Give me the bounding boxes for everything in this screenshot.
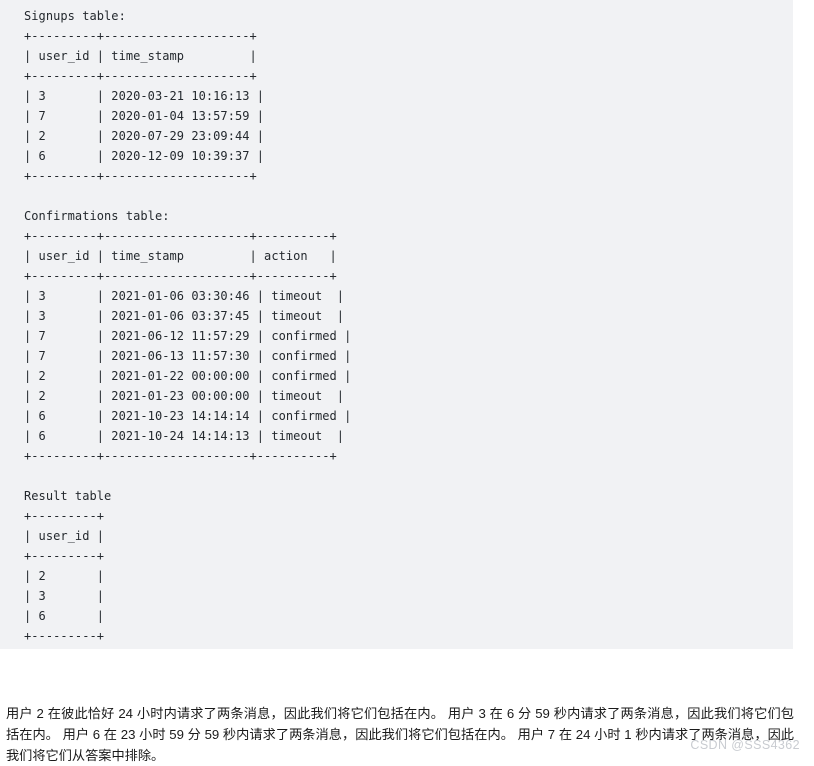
code-line: | 7 | 2021-06-12 11:57:29 | confirmed | xyxy=(24,329,352,343)
code-line: | user_id | time_stamp | action | xyxy=(24,249,337,263)
code-line: +---------+--------------------+--------… xyxy=(24,269,337,283)
code-block: Signups table: +---------+---------------… xyxy=(0,0,793,649)
code-line: | 3 | 2021-01-06 03:37:45 | timeout | xyxy=(24,309,345,323)
code-line: | 6 | xyxy=(24,609,105,623)
code-line: Result table xyxy=(24,489,112,503)
code-line: | 3 | 2021-01-06 03:30:46 | timeout | xyxy=(24,289,345,303)
code-line: | 2 | 2020-07-29 23:09:44 | xyxy=(24,129,265,143)
code-line: +---------+ xyxy=(24,549,105,563)
code-line: | 2 | xyxy=(24,569,105,583)
code-line: +---------+--------------------+ xyxy=(24,169,257,183)
code-line: | 3 | xyxy=(24,589,105,603)
code-line: +---------+ xyxy=(24,629,105,643)
code-line: | 3 | 2020-03-21 10:16:13 | xyxy=(24,89,265,103)
code-line: | 6 | 2020-12-09 10:39:37 | xyxy=(24,149,265,163)
code-block-content: Signups table: +---------+---------------… xyxy=(0,0,793,646)
code-line: | 2 | 2021-01-23 00:00:00 | timeout | xyxy=(24,389,345,403)
code-line: +---------+--------------------+ xyxy=(24,29,257,43)
code-line: +---------+--------------------+ xyxy=(24,69,257,83)
code-line: Signups table: xyxy=(24,9,126,23)
code-line: | 6 | 2021-10-24 14:14:13 | timeout | xyxy=(24,429,345,443)
code-line: | user_id | xyxy=(24,529,105,543)
code-line: | user_id | time_stamp | xyxy=(24,49,257,63)
code-line: +---------+--------------------+--------… xyxy=(24,449,337,463)
code-line: | 6 | 2021-10-23 14:14:14 | confirmed | xyxy=(24,409,352,423)
code-line: | 2 | 2021-01-22 00:00:00 | confirmed | xyxy=(24,369,352,383)
code-line: +---------+--------------------+--------… xyxy=(24,229,337,243)
code-line: | 7 | 2020-01-04 13:57:59 | xyxy=(24,109,265,123)
code-line: Confirmations table: xyxy=(24,209,170,223)
csdn-watermark: CSDN @SSS4362 xyxy=(690,738,800,752)
explanation-paragraph: 用户 2 在彼此恰好 24 小时内请求了两条消息，因此我们将它们包括在内。 用户… xyxy=(6,706,794,764)
code-line: +---------+ xyxy=(24,509,105,523)
code-line: | 7 | 2021-06-13 11:57:30 | confirmed | xyxy=(24,349,352,363)
